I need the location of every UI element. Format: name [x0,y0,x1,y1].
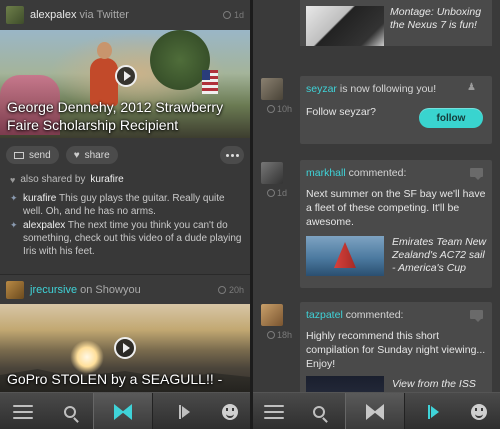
menu-button[interactable] [261,393,287,429]
menu-icon [264,404,284,419]
clock-icon [267,189,275,197]
search-button[interactable] [58,393,82,429]
comment-icon [470,168,483,180]
send-button[interactable]: send [6,146,59,164]
menu-button[interactable] [10,393,36,429]
notif-action: commented: [345,309,404,321]
add-user-icon: ♟ [467,82,476,93]
comment-user[interactable]: kurafire [23,193,56,204]
follow-prompt: Follow seyzar? [306,106,377,118]
comment: ✦ kurafire This guy plays the guitar. Re… [10,192,246,218]
comment-notification: markhall commented: Next summer on the S… [300,160,492,288]
notif-username[interactable]: seyzar [306,83,337,95]
comment-user[interactable]: alexpalex [23,220,65,231]
video-caption[interactable]: Montage: Unboxing the Nexus 7 is fun! [390,6,490,32]
follow-notification: seyzar is now following you! ♟ Follow se… [300,76,492,144]
showyou-logo-icon [345,393,405,429]
smiley-icon [471,403,487,420]
envelope-icon [14,151,24,159]
twitter-icon: ✦ [10,220,18,230]
avatar[interactable] [261,304,283,326]
post-source: via Twitter [79,9,129,21]
clock-icon [267,105,275,113]
notif-time: 1d [267,188,287,198]
shared-by-user[interactable]: kurafire [90,174,123,185]
video-title[interactable]: George Dennehy, 2012 Strawberry Faire Sc… [7,98,247,134]
profile-button[interactable] [218,393,242,429]
left-feed-panel: alexpalex via Twitter 1d George Dennehy,… [0,0,250,429]
right-notifications-panel: Montage: Unboxing the Nexus 7 is fun! 10… [253,0,500,429]
notif-action: commented: [348,167,407,179]
play-icon[interactable] [115,65,137,87]
shared-by-line: ♥ also shared by kurafire [10,174,124,185]
post-username[interactable]: jrecursive [30,284,77,296]
notif-time: 10h [267,104,292,114]
more-button[interactable] [220,146,244,164]
share-button[interactable]: ♥ share [65,146,118,164]
notif-action: is now following you! [339,83,437,95]
notif-time: 18h [267,330,292,340]
post-time: 1d [222,10,244,20]
comment-text: Highly recommend this short compilation … [306,330,486,370]
post-header: jrecursive on Showyou 20h [0,274,250,304]
flag-icon [427,404,439,419]
post-actions: send ♥ share [0,138,250,172]
bottom-nav-right [253,392,500,429]
showyou-logo-icon [93,393,153,429]
home-button[interactable] [93,393,153,429]
video-caption[interactable]: View from the ISS [392,378,490,391]
menu-icon [13,404,33,419]
comment-text: Next summer on the SF bay we'll have a f… [306,188,486,228]
comment-icon [470,310,483,322]
heart-icon: ♥ [73,149,80,161]
notif-username[interactable]: markhall [306,167,346,179]
post-username[interactable]: alexpalex [30,9,76,21]
search-icon [313,405,325,418]
avatar[interactable] [261,78,283,100]
video-title[interactable]: GoPro STOLEN by a SEAGULL!! - [7,370,247,388]
play-icon[interactable] [114,337,136,359]
comment-list: ✦ kurafire This guy plays the guitar. Re… [10,192,246,259]
video-thumbnail[interactable] [306,6,384,46]
avatar[interactable] [261,162,283,184]
video-card[interactable]: Montage: Unboxing the Nexus 7 is fun! [300,0,492,46]
post-header: alexpalex via Twitter 1d [0,0,250,30]
search-icon [64,405,76,418]
follow-button[interactable]: follow [419,108,483,128]
clock-icon [222,11,231,19]
profile-button[interactable] [467,393,491,429]
avatar[interactable] [6,280,24,299]
twitter-icon: ✦ [10,193,18,203]
video-thumbnail[interactable]: George Dennehy, 2012 Strawberry Faire Sc… [0,30,250,138]
heart-icon: ♥ [10,174,16,185]
activity-button[interactable] [421,393,445,429]
post-source: on Showyou [80,283,141,296]
clock-icon [267,331,275,339]
avatar[interactable] [6,6,24,24]
search-button[interactable] [307,393,331,429]
post-time: 20h [217,285,244,295]
video-thumbnail[interactable] [306,236,384,276]
video-thumbnail[interactable]: GoPro STOLEN by a SEAGULL!! - [0,304,250,396]
clock-icon [217,285,226,294]
bottom-nav-left [0,392,250,429]
smiley-icon [222,403,238,420]
comment: ✦ alexpalex The next time you think you … [10,219,246,258]
flag-icon [178,404,190,419]
home-button[interactable] [345,393,405,429]
notif-username[interactable]: tazpatel [306,309,343,321]
activity-button[interactable] [172,393,196,429]
video-caption[interactable]: Emirates Team New Zealand's AC72 sail - … [392,236,490,275]
